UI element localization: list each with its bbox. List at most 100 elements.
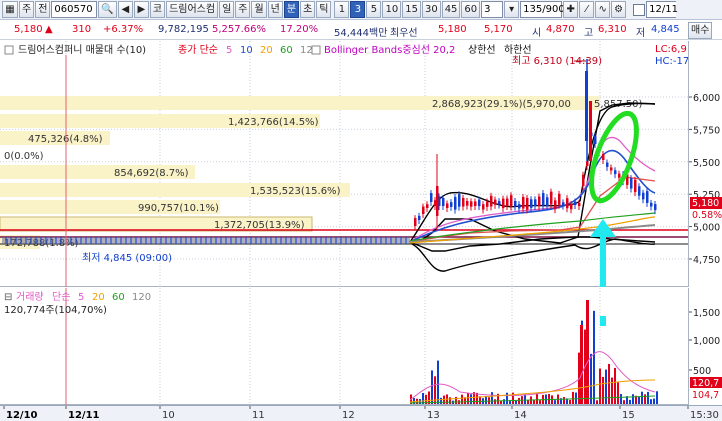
price-chart-pane[interactable]: 2,868,923(29.1%)(5,970,00 5,857.50) 1,423,… — [0, 41, 689, 287]
date-axis-label: 15 — [622, 410, 635, 421]
interval-tab-3[interactable]: 3 — [350, 1, 366, 18]
ma-legend-label: 종가 단순 — [178, 44, 218, 56]
candle-body — [614, 170, 617, 175]
volume-bar — [563, 397, 565, 404]
date-checkbox[interactable] — [633, 3, 646, 16]
open-price: 4,870 — [546, 24, 575, 35]
market-select[interactable]: 주 — [19, 1, 35, 18]
market-alt-select[interactable]: 전 — [35, 1, 51, 18]
volume-bar — [605, 369, 607, 404]
candle-body — [518, 204, 521, 209]
candle-high-body — [585, 71, 588, 141]
stock-code-input[interactable]: 060570 — [51, 1, 98, 18]
interval-tab-45[interactable]: 45 — [441, 1, 461, 18]
candle-body — [474, 201, 477, 206]
high-marker-label: 최고 6,310 (14:39) — [512, 55, 602, 67]
period-tab-5[interactable]: 초 — [300, 1, 316, 18]
volume-bar — [599, 368, 601, 404]
interval-tab-10[interactable]: 10 — [382, 1, 402, 18]
price-chart[interactable]: 2,868,923(29.1%)(5,970,00 5,857.50)1,423,… — [0, 41, 689, 287]
open-label: 시 — [532, 28, 542, 39]
period-tabs: 일주월년분초틱 — [219, 1, 332, 18]
market-type-button[interactable]: 코 — [149, 1, 166, 18]
volume-bar — [485, 395, 487, 404]
period-tab-6[interactable]: 틱 — [316, 1, 332, 18]
candle-body — [418, 215, 421, 220]
period-tab-3[interactable]: 년 — [267, 1, 283, 18]
volume-bar — [617, 382, 619, 404]
up-arrow-icon: ▲ — [45, 24, 53, 35]
period-tab-1[interactable]: 주 — [235, 1, 251, 18]
legend-checkbox — [4, 45, 14, 55]
candle-body — [478, 199, 481, 207]
period-tab-4[interactable]: 분 — [283, 1, 300, 18]
interval-tab-30[interactable]: 30 — [421, 1, 441, 18]
crosshair-icon[interactable]: ✚ — [563, 1, 579, 18]
volume-bar — [494, 399, 496, 404]
volume-chart[interactable]: ⊟ 거래량 단순 5 20 60 120 120,774주(104,70%) — [0, 288, 688, 405]
volume-bar — [533, 400, 535, 404]
buy-button[interactable]: 매수 — [688, 22, 713, 39]
candle-body — [530, 199, 533, 208]
candle-body — [498, 201, 501, 205]
price-change: 310 — [72, 24, 92, 35]
interval-tab-60[interactable]: 60 — [461, 1, 481, 18]
quote-bar: 5,180 ▲ 310 +6.37% 9,782,195 5,257.66% 1… — [0, 21, 722, 40]
volume-bar — [596, 400, 598, 404]
volume-legend-icon: ⊟ — [4, 292, 12, 303]
interval-tab-1[interactable]: 1 — [334, 1, 350, 18]
volume-bar — [572, 391, 574, 404]
candle-body — [554, 200, 557, 210]
search-icon[interactable]: 🔍 — [98, 1, 117, 18]
volume-ratio: 5,257.66% — [212, 24, 267, 35]
interval-tab-15[interactable]: 15 — [402, 1, 421, 18]
current-pct-tag: 0.58% — [692, 210, 722, 221]
period-tab-0[interactable]: 일 — [219, 1, 235, 18]
volume-bar — [602, 376, 604, 404]
stock-name-label[interactable]: 드림어스컴 — [166, 1, 219, 18]
prev-icon[interactable]: ◀ — [117, 1, 133, 18]
count-input[interactable]: 135/900 — [520, 1, 565, 18]
price-change-pct: +6.37% — [103, 24, 144, 35]
candle-body — [422, 206, 425, 214]
interval-tab-5[interactable]: 5 — [366, 1, 382, 18]
volume-ma-period-60: 60 — [112, 292, 125, 303]
interval-select[interactable]: 3 — [481, 1, 504, 18]
candle-body — [470, 201, 473, 207]
candle-body — [578, 202, 581, 206]
volume-bar — [437, 360, 439, 404]
volume-bar — [461, 394, 463, 404]
indicator-icon[interactable]: ∿ — [595, 1, 611, 18]
candle-body — [602, 154, 605, 160]
low-price: 4,845 — [651, 24, 680, 35]
volume-bar — [632, 394, 634, 404]
next-icon[interactable]: ▶ — [133, 1, 149, 18]
candle-body — [574, 201, 577, 206]
bb-legend-label: Bollinger Bands중심선 20,2 — [324, 44, 455, 56]
candle-body — [466, 200, 469, 206]
volume-bar — [449, 397, 451, 404]
candle-body — [634, 179, 637, 193]
volume-chart-pane[interactable]: ⊟ 거래량 단순 5 20 60 120 120,774주(104,70%) — [0, 288, 688, 405]
volume-bar — [641, 391, 643, 404]
best-bid-price: 5,170 — [484, 24, 513, 35]
turnover-ratio: 17.20% — [280, 24, 319, 35]
volume-bar — [656, 391, 658, 404]
candle-body — [414, 218, 417, 226]
grid-icon[interactable]: ▦ — [2, 1, 18, 18]
volume-legend-title: 거래량 — [16, 291, 44, 303]
volume-ma-period-20: 20 — [92, 292, 105, 303]
ma-legend-period-5: 5 — [226, 45, 232, 56]
volume-bar — [653, 398, 655, 404]
current-price-tag: 5,180 — [692, 198, 719, 209]
period-tab-2[interactable]: 월 — [251, 1, 267, 18]
settings-icon[interactable]: ⚙ — [611, 1, 627, 18]
price-axis: 6,000 5,750 5,500 5,250 5,000 4,750 5,180 0.58% — [688, 41, 722, 287]
candle-body — [594, 136, 597, 144]
date-input[interactable]: 12/11 — [646, 1, 678, 18]
trend-icon[interactable]: ⁄ — [579, 1, 595, 18]
volume-bar — [518, 397, 520, 404]
highlight-arrow-stem — [600, 233, 606, 287]
chevron-down-icon[interactable]: ▾ — [504, 1, 520, 18]
candle-body — [570, 203, 573, 210]
